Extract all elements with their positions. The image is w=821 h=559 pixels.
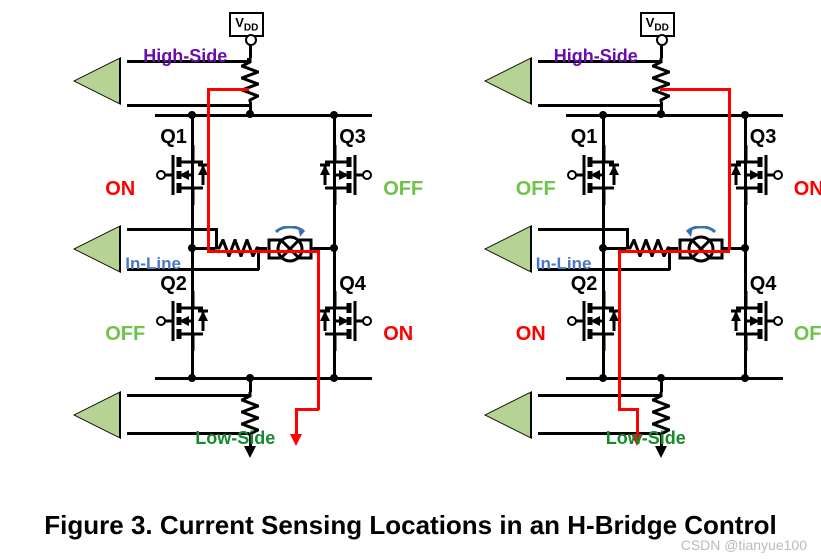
node xyxy=(599,111,607,119)
wire xyxy=(626,228,629,248)
wire xyxy=(247,58,250,62)
motor-left xyxy=(267,226,313,272)
node xyxy=(741,244,749,252)
node xyxy=(657,374,665,382)
state-q1-right: OFF xyxy=(516,178,556,201)
node xyxy=(188,374,196,382)
mosfet-q3 xyxy=(724,145,784,205)
node xyxy=(741,374,749,382)
label-q3: Q3 xyxy=(750,126,777,149)
label-in-line: In-Line xyxy=(536,254,592,274)
wire xyxy=(127,394,249,397)
label-q1: Q1 xyxy=(160,126,187,149)
wire xyxy=(127,228,217,231)
mosfet-q4 xyxy=(724,291,784,351)
label-in-line: In-Line xyxy=(125,254,181,274)
node xyxy=(741,111,749,119)
bridges-row: VDD xyxy=(0,0,821,470)
wire xyxy=(127,104,249,107)
resistor-top-right xyxy=(652,58,670,102)
current-path xyxy=(728,88,731,250)
wire xyxy=(249,44,252,58)
vdd-box-left: VDD xyxy=(229,12,264,37)
mosfet-q1 xyxy=(566,145,626,205)
current-path xyxy=(618,408,638,411)
hbridge-right: VDD xyxy=(426,10,806,470)
current-path xyxy=(207,250,319,253)
current-path xyxy=(618,250,621,410)
mosfet-q3 xyxy=(313,145,373,205)
node xyxy=(330,374,338,382)
figure-stage: VDD xyxy=(0,0,821,559)
current-arrow-icon xyxy=(290,434,302,446)
vdd-box-right: VDD xyxy=(640,12,675,37)
resistor-top-left xyxy=(241,58,259,102)
state-q1-left: ON xyxy=(105,178,135,201)
current-path xyxy=(295,408,319,411)
wire xyxy=(215,228,218,248)
resistor-inline-left xyxy=(215,239,259,257)
node xyxy=(246,374,254,382)
node xyxy=(599,374,607,382)
label-high-side: High-Side xyxy=(143,46,227,67)
label-low-side: Low-Side xyxy=(606,428,686,449)
hbridge-left: VDD xyxy=(15,10,395,470)
current-path xyxy=(660,88,730,91)
watermark: CSDN @tianyue100 xyxy=(681,537,807,553)
node xyxy=(599,244,607,252)
label-low-side: Low-Side xyxy=(195,428,275,449)
label-q1: Q1 xyxy=(571,126,598,149)
wire xyxy=(660,44,663,58)
mosfet-q2 xyxy=(155,291,215,351)
state-q4-left: ON xyxy=(383,323,413,346)
mosfet-q1 xyxy=(155,145,215,205)
current-path xyxy=(207,88,249,91)
current-path xyxy=(317,250,320,410)
state-q3-right: ON xyxy=(794,178,821,201)
mosfet-q2 xyxy=(566,291,626,351)
state-q3-left: OFF xyxy=(383,178,423,201)
wire xyxy=(538,394,660,397)
current-path xyxy=(207,90,210,250)
label-q4: Q4 xyxy=(750,273,777,296)
label-q4: Q4 xyxy=(339,273,366,296)
state-q2-left: OFF xyxy=(105,323,145,346)
mosfet-q4 xyxy=(313,291,373,351)
wire xyxy=(538,104,660,107)
resistor-inline-right xyxy=(626,239,670,257)
motor-right xyxy=(678,226,724,272)
state-q2-right: ON xyxy=(516,323,546,346)
state-q4-right: OFF xyxy=(794,323,821,346)
label-high-side: High-Side xyxy=(554,46,638,67)
label-q2: Q2 xyxy=(571,273,598,296)
current-path xyxy=(618,250,730,253)
label-q3: Q3 xyxy=(339,126,366,149)
wire xyxy=(538,228,628,231)
label-q2: Q2 xyxy=(160,273,187,296)
